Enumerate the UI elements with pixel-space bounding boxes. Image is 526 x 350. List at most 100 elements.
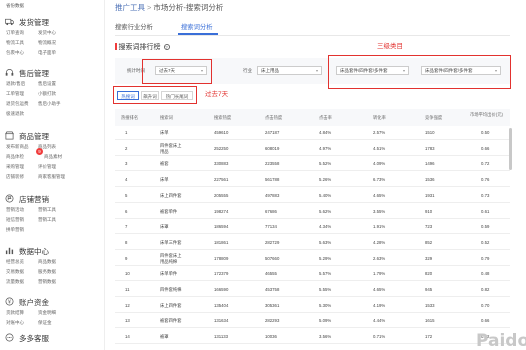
table-row[interactable]: 12 床上四件套 135404 305361 5.30% 4.19% 1533 0.70 [115,299,510,313]
table-cell: 1496 [425,161,435,167]
main-content: 推广工具 > 市场分析-搜索词分析 搜索行业分析 搜索词分析 搜索词排行榜? 三级类… [105,0,526,350]
table-cell: 0.70 [481,302,490,308]
sidebar-link[interactable]: 商品数据 [38,259,56,265]
table-cell: 0.48 [481,271,490,277]
table-cell: 床上四件套 [160,302,182,308]
table-cell: 198274 [214,208,229,214]
sidebar-link[interactable]: 物流工具 [6,40,24,46]
table-cell: 10036 [265,334,277,340]
table-cell: 0.66 [481,145,490,151]
table-scrollbar[interactable] [509,128,512,170]
sidebar-link[interactable]: 物流概况 [38,40,56,46]
watermark: Paido [476,331,526,350]
subtab-rising-words[interactable]: 飙升词 [141,91,159,100]
sidebar-link[interactable]: 服务数据 [38,269,56,275]
sidebar-section-title[interactable]: 发货管理 [19,17,49,28]
sidebar-link[interactable]: 短信营销 [6,217,24,223]
table-cell: 77134 [265,224,277,230]
table-cell: 4.84% [319,130,332,135]
shop-icon [5,131,14,140]
table-cell: 5.09% [319,318,332,324]
industry-select-value: 床上用品 [261,68,279,73]
breadcrumb-root[interactable]: 推广工具 [115,3,145,12]
annotation-days: 过去7天 [205,91,229,98]
sidebar-link[interactable]: 交易数据 [6,269,24,275]
sidebar-link[interactable]: 售后小助手 [38,101,61,107]
table-cell: 0.50 [481,130,490,135]
chart-icon [5,246,14,255]
sidebar-link[interactable]: 小额打款 [38,91,56,97]
table-cell: 4.28% [373,239,386,245]
table-cell: 1.79% [373,271,386,277]
sidebar-section-title[interactable]: 售后管理 [19,68,49,79]
table-row[interactable]: 5 床上四件套 205555 497883 5.40% 4.65% 1931 0.73 [115,189,510,203]
tab-search-industry[interactable]: 搜索行业分析 [115,22,153,31]
table-cell: 8 [125,239,128,245]
tab-search-keyword[interactable]: 搜索词分析 [181,22,212,31]
sidebar-link[interactable]: 营销工具 [38,207,56,213]
sidebar-link[interactable]: 对账中心 [6,320,24,326]
table-cell: 14 [125,334,130,340]
sidebar-link[interactable]: 工单管理 [6,91,24,97]
sidebar-link[interactable]: 营销工具 [38,217,56,223]
table-row[interactable]: 4 床单 227561 561788 5.26% 6.73% 1536 0.76 [115,173,510,188]
table-cell: 4 [125,177,128,183]
sidebar-section-title[interactable]: 数据中心 [19,246,49,257]
subtab-hot-words[interactable]: 热搜词 [117,91,139,100]
sidebar-link[interactable]: 订单查询 [6,30,24,36]
sidebar-link[interactable]: 经营总览 [6,259,24,265]
table-row[interactable]: 10 床单单件 172379 46555 5.57% 1.79% 820 0.48 [115,267,510,282]
industry-select[interactable]: 床上用品 ▾ [257,66,322,75]
table-row[interactable]: 2 四件套床上用品 252250 608019 4.97% 4.51% 1783 0.66 [115,142,510,156]
section-title-text: 搜索词排行榜 [118,44,161,51]
sidebar-link[interactable]: 采购管理 [6,164,24,170]
table-cell: 227561 [214,177,229,183]
table-row[interactable]: 9 四件套床上用品纯棉 178809 507660 5.29% 2.63% 329 0.79 [115,252,510,266]
sidebar-link[interactable]: 退款/售后 [6,81,25,87]
table-row[interactable]: 8 床单三件套 181861 282729 5.63% 4.28% 852 0.52 [115,236,510,250]
table-cell: 4.19% [373,302,386,308]
sidebar-link[interactable]: 评价管理 [38,164,56,170]
table-cell: 4.65% [373,192,386,198]
sidebar-link[interactable]: 保证金 [38,320,52,326]
help-icon[interactable]: ? [163,44,170,50]
sidebar-link[interactable]: 商品体检 [6,154,24,160]
sidebar-link[interactable]: 营销活动 [6,207,24,213]
sidebar-link[interactable]: 商家客服管理 [38,174,65,180]
sidebar-section-title[interactable]: 店铺营销 [19,194,49,205]
subtab-long-tail-words[interactable]: 热门长尾词 [161,91,193,100]
sidebar-link[interactable]: 营销数据 [38,279,56,285]
table-cell: 5.63% [319,239,332,245]
table-cell: 852 [425,239,433,245]
table-row[interactable]: 3 被套 330883 223558 5.52% 4.09% 1496 0.72 [115,157,510,172]
sidebar-section-title[interactable]: 商品管理 [19,131,49,142]
sidebar-link[interactable]: 发货中心 [38,30,56,36]
sidebar-link[interactable]: 退货包运费 [6,101,29,107]
wallet-icon: ¥ [5,297,14,306]
sidebar-link[interactable]: 售后设置 [38,81,56,87]
sidebar-section-title[interactable]: 多多客服 [19,333,49,344]
table-cell: 6.73% [373,177,386,183]
table-row[interactable]: 6 被套单件 198274 67686 5.62% 3.55% 910 0.61 [115,205,510,219]
sidebar-link[interactable]: 商品素材 [44,154,62,160]
table-row[interactable]: 11 四件套纯棉 166590 453758 5.55% 4.65% 945 0.82 [115,283,510,297]
table-row[interactable]: 13 被套四件套 131634 282293 5.09% 4.44% 1615 0.66 [115,314,510,329]
table-cell: 46555 [265,271,277,277]
table-row[interactable]: 14 被罩 131133 10036 3.56% 0.71% 172 0.52 [115,330,510,345]
sidebar-link[interactable]: 店铺装修 [6,174,24,180]
sidebar-link[interactable]: 资金明细 [38,310,56,316]
sidebar-link[interactable]: 发布新商品 [6,144,29,150]
table-cell: 2.57% [373,130,386,135]
sidebar-link[interactable]: 包裹中心 [6,50,24,56]
sidebar-link[interactable]: 拼单营销 [6,227,24,233]
table-row[interactable]: 7 床罩 186594 77134 4.34% 1.91% 723 0.59 [115,220,510,235]
table-row[interactable]: 1 床单 459610 247187 4.84% 2.57% 1510 0.50 [115,126,510,140]
sidebar-link[interactable]: 货款结算 [6,310,24,316]
sidebar-link[interactable]: 流量数据 [6,279,24,285]
column-header: 点击热度 [265,115,283,120]
sidebar-section-title[interactable]: 账户资金 [19,297,49,308]
sidebar-top-label[interactable]: 省份数据 [6,3,24,9]
table-cell: 0.66 [481,318,490,324]
sidebar-link[interactable]: 电子面单 [38,50,56,56]
sidebar-link[interactable]: 极速退款 [6,111,24,117]
